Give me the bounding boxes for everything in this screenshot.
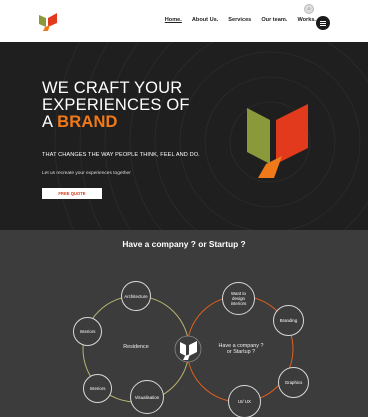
bubble-interiors-top[interactable]: Interiors [73, 317, 102, 346]
nav-about-us[interactable]: About Us. [192, 17, 218, 23]
hero-title-brand: BRAND [57, 113, 118, 131]
hero-title-line1: WE CRAFT YOUR [42, 79, 183, 97]
bubble-interiors-bottom[interactable]: Interiors [83, 374, 112, 403]
services-diagram [82, 295, 294, 403]
menu-button[interactable] [316, 16, 330, 30]
company-ring-label: Have a company ? or Startup ? [210, 343, 272, 355]
nav-works[interactable]: Works. [297, 17, 316, 23]
nav-our-team[interactable]: Our team. [261, 17, 287, 23]
menu-icon-line [320, 25, 326, 26]
hero-subline: Let us recreate your experiences togethe… [42, 171, 131, 176]
bubble-ui-ux[interactable]: UI/ UX [228, 385, 261, 417]
hero-tagline: THAT CHANGES THE WAY PEOPLE THINK, FEEL … [42, 152, 200, 158]
residence-label: Residence [111, 344, 161, 350]
nav-home[interactable]: Home. [165, 17, 182, 23]
bubble-architecture[interactable]: Architecture [121, 281, 151, 311]
menu-icon-line [320, 23, 326, 24]
hero-brand-logo-icon [247, 104, 308, 178]
hero-section: WE CRAFT YOUR EXPERIENCES OF A BRAND THA… [0, 42, 368, 230]
hero-title: WE CRAFT YOUR EXPERIENCES OF A BRAND [42, 80, 190, 131]
hero-title-line3-prefix: A [42, 113, 58, 131]
nav-services[interactable]: Services [228, 17, 251, 23]
brand-logo-icon[interactable] [37, 12, 59, 32]
hero-title-line2: EXPERIENCES OF [42, 96, 190, 114]
free-quote-button[interactable]: FREE QUOTE [42, 188, 102, 199]
residence-label-text: Residence [123, 344, 149, 350]
main-nav: Home. About Us. Services Our team. Works… [165, 17, 316, 23]
company-section: Have a company ? or Startup ? Residence … [0, 230, 368, 417]
bubble-visualisation[interactable]: Visualisation [130, 380, 164, 414]
notification-badge[interactable]: ☺ [304, 4, 314, 14]
bubble-design-interiors[interactable]: Want to design interiors [222, 282, 255, 315]
company-ring-label-line2: or Startup ? [226, 349, 256, 355]
menu-icon [320, 21, 326, 22]
bubble-graphics[interactable]: Graphics [278, 367, 309, 398]
site-header: ☺ Home. About Us. Services Our team. Wor… [0, 0, 368, 44]
bubble-branding[interactable]: Branding [273, 305, 304, 336]
